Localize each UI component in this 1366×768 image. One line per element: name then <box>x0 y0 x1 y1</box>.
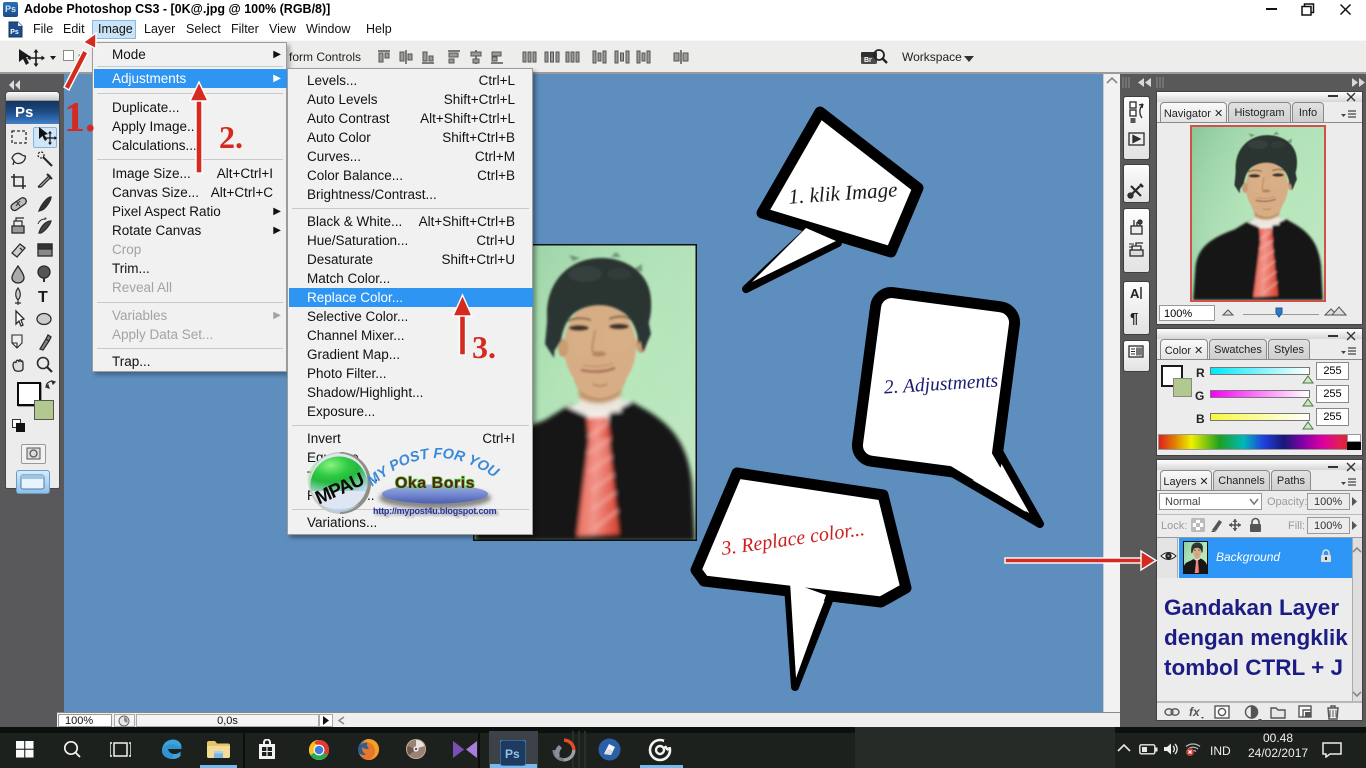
svg-text:Ps: Ps <box>505 747 520 761</box>
svg-text:fx: fx <box>1189 705 1201 719</box>
svg-text:¶: ¶ <box>1130 310 1138 327</box>
svg-text:A: A <box>1130 286 1140 301</box>
svg-text:T: T <box>38 289 48 306</box>
svg-text:Br: Br <box>864 57 872 64</box>
svg-text:Ps: Ps <box>10 29 19 36</box>
